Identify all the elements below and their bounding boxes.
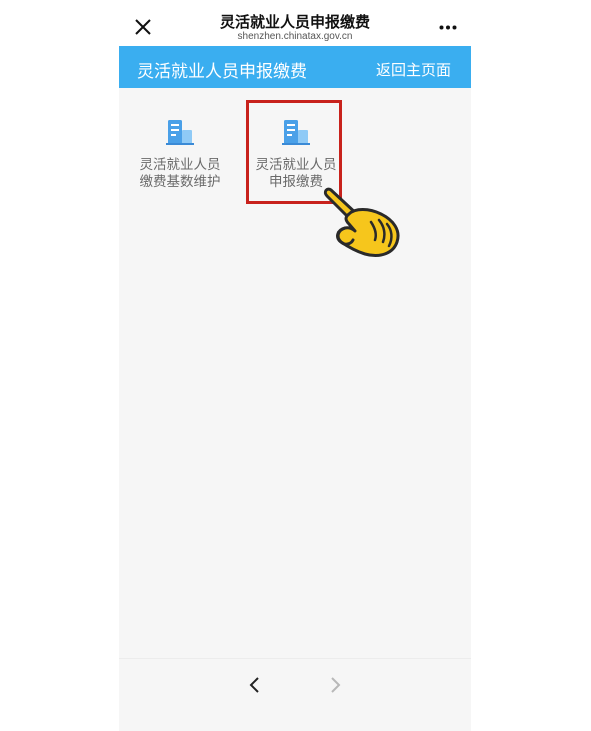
close-icon[interactable] xyxy=(134,18,152,36)
pointing-hand-icon xyxy=(323,187,400,257)
app-header: 灵活就业人员申报缴费 返回主页面 xyxy=(119,46,471,88)
chevron-left-icon[interactable] xyxy=(248,675,262,695)
home-link[interactable]: 返回主页面 xyxy=(376,59,451,80)
browser-bar: 灵活就业人员申报缴费 shenzhen.chinatax.gov.cn xyxy=(119,0,471,46)
chevron-right-icon[interactable] xyxy=(328,675,342,695)
page-title: 灵活就业人员申报缴费 xyxy=(137,62,307,82)
phone-screen: 灵活就业人员申报缴费 shenzhen.chinatax.gov.cn 灵活就业… xyxy=(119,0,471,731)
browser-url: shenzhen.chinatax.gov.cn xyxy=(237,31,353,42)
document-building-icon xyxy=(166,120,194,145)
bottom-nav xyxy=(119,658,471,731)
browser-title: 灵活就业人员申报缴费 xyxy=(219,13,370,31)
menu-item-label: 灵活就业人员 缴费基数维护 xyxy=(139,157,221,190)
more-icon[interactable] xyxy=(439,25,457,30)
document-building-icon xyxy=(282,120,310,145)
menu-item-declare-payment[interactable]: 灵活就业人员 申报缴费 xyxy=(246,118,346,191)
menu-item-base-maintenance[interactable]: 灵活就业人员 缴费基数维护 xyxy=(130,118,230,191)
